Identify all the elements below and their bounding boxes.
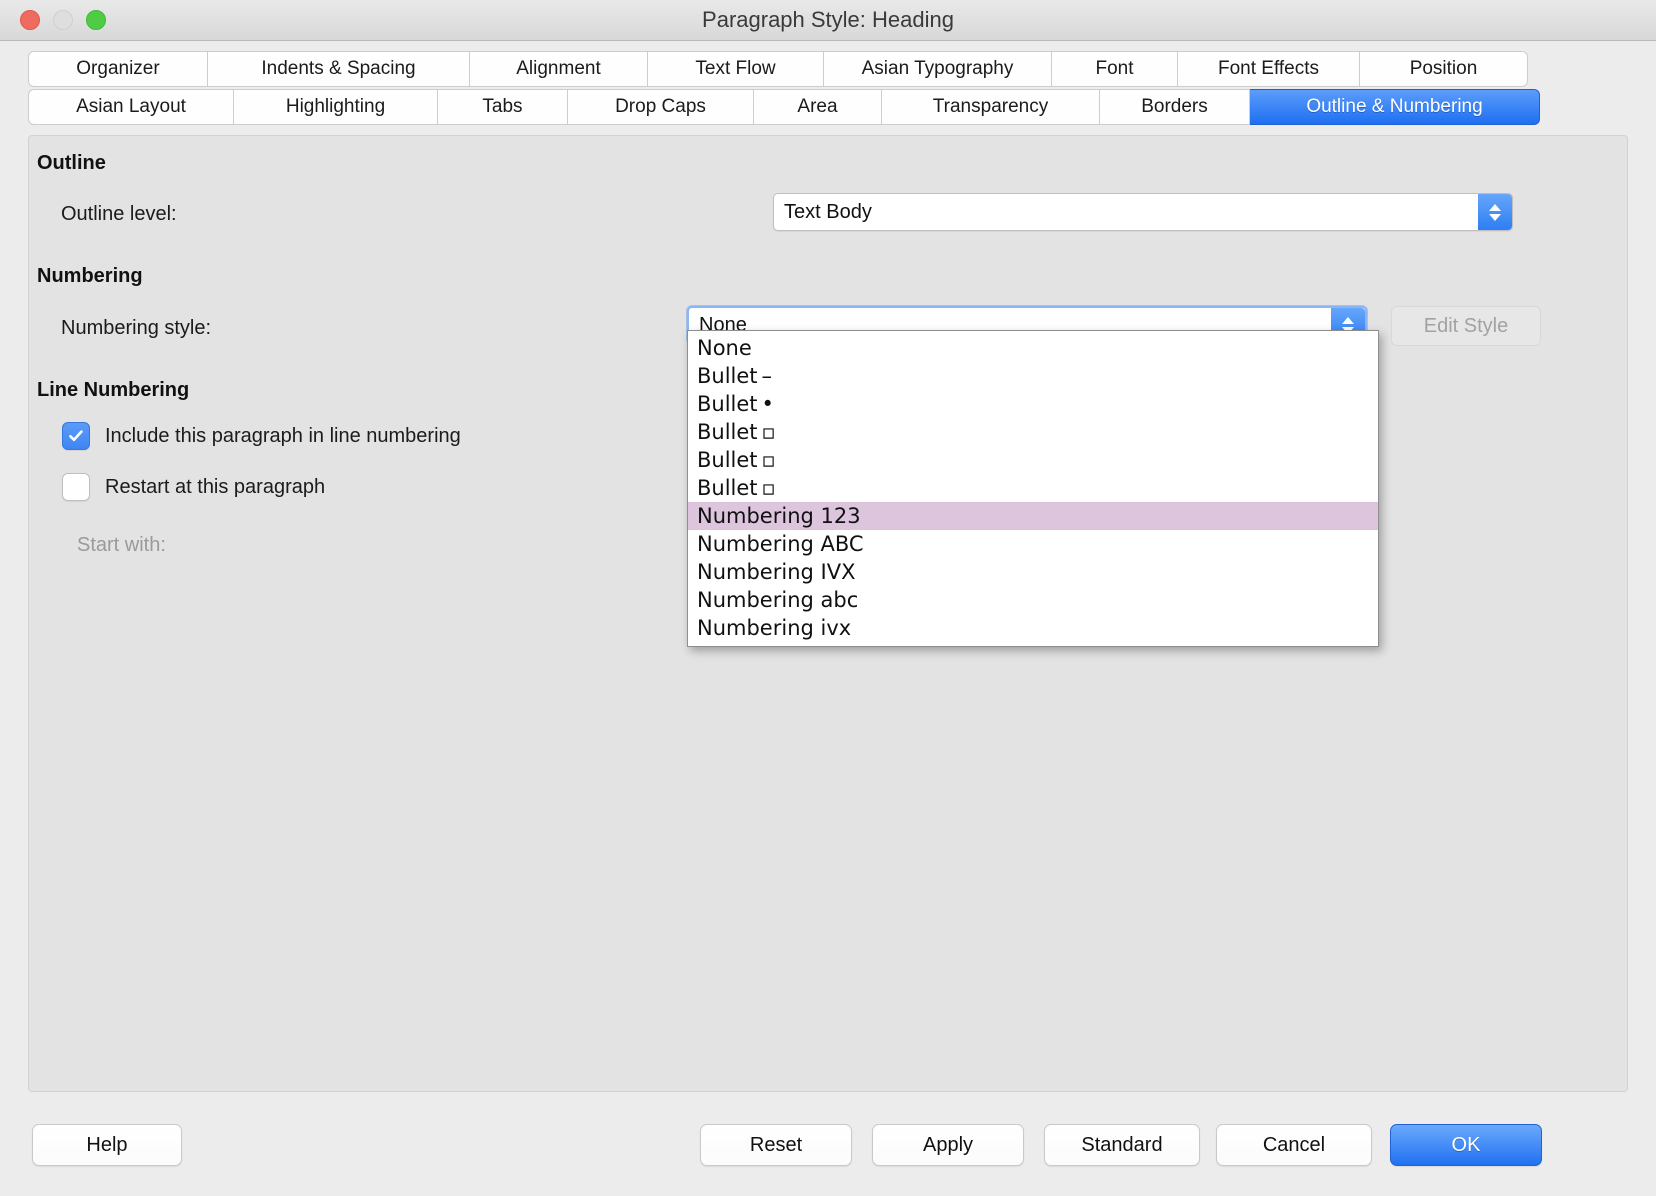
title-bar: Paragraph Style: Heading (0, 0, 1656, 41)
tab-borders[interactable]: Borders (1100, 89, 1250, 125)
ok-button[interactable]: OK (1390, 1124, 1542, 1166)
checkbox-checked-icon[interactable] (62, 422, 90, 450)
include-in-line-numbering-label: Include this paragraph in line numbering (105, 424, 461, 447)
numbering-style-dropdown[interactable]: None Bullet – Bullet • Bullet ▫ Bullet ▫ Bul… (687, 330, 1379, 647)
window-title: Paragraph Style: Heading (702, 7, 954, 32)
line-numbering-group-title: Line Numbering (37, 379, 190, 401)
tab-font-effects[interactable]: Font Effects (1178, 51, 1360, 87)
dropdown-item-numbering-123[interactable]: Numbering 123 (688, 502, 1378, 530)
tab-alignment[interactable]: Alignment (470, 51, 648, 87)
outline-level-stepper-icon[interactable] (1478, 194, 1512, 230)
tab-position[interactable]: Position (1360, 51, 1528, 87)
outline-level-label: Outline level: (61, 203, 177, 225)
dropdown-item-glyph: ▫ (761, 448, 776, 472)
chevron-up-icon (1489, 203, 1501, 211)
tab-tabs[interactable]: Tabs (438, 89, 568, 125)
help-button[interactable]: Help (32, 1124, 182, 1166)
paragraph-style-dialog: Paragraph Style: Heading Organizer Inden… (0, 0, 1656, 1196)
settings-panel: Outline Outline level: Text Body Numberi… (28, 135, 1628, 1092)
dropdown-item-label: Bullet (697, 420, 758, 444)
tab-text-flow[interactable]: Text Flow (648, 51, 824, 87)
edit-style-button[interactable]: Edit Style (1391, 306, 1541, 346)
reset-button[interactable]: Reset (700, 1124, 852, 1166)
dropdown-item-glyph: ▫ (761, 476, 776, 500)
outline-group-title: Outline (37, 152, 106, 174)
tab-area[interactable]: Area (754, 89, 882, 125)
checkbox-unchecked-icon[interactable] (62, 473, 90, 501)
tab-organizer[interactable]: Organizer (28, 51, 208, 87)
apply-button[interactable]: Apply (872, 1124, 1024, 1166)
dropdown-item-none[interactable]: None (688, 334, 1378, 362)
dropdown-item-label: Bullet (697, 448, 758, 472)
tab-highlighting[interactable]: Highlighting (234, 89, 438, 125)
dropdown-item-label: Bullet (697, 392, 758, 416)
tab-strip: Organizer Indents & Spacing Alignment Te… (0, 41, 1656, 127)
tab-asian-typography[interactable]: Asian Typography (824, 51, 1052, 87)
dropdown-item-numbering-ivx-upper[interactable]: Numbering IVX (688, 558, 1378, 586)
dropdown-item-label: None (697, 336, 752, 360)
dropdown-item-bullet-dot[interactable]: Bullet • (688, 390, 1378, 418)
restart-at-paragraph-checkbox[interactable]: Restart at this paragraph (62, 473, 325, 501)
tab-outline-numbering[interactable]: Outline & Numbering (1250, 89, 1540, 125)
tab-transparency[interactable]: Transparency (882, 89, 1100, 125)
numbering-group-title: Numbering (37, 265, 143, 287)
cancel-button[interactable]: Cancel (1216, 1124, 1372, 1166)
standard-button[interactable]: Standard (1044, 1124, 1200, 1166)
outline-level-value: Text Body (784, 200, 872, 223)
dropdown-item-numbering-abc-lower[interactable]: Numbering abc (688, 586, 1378, 614)
dropdown-item-bullet-box-3[interactable]: Bullet ▫ (688, 474, 1378, 502)
numbering-style-label: Numbering style: (61, 317, 212, 339)
tab-asian-layout[interactable]: Asian Layout (28, 89, 234, 125)
dropdown-item-numbering-abc-upper[interactable]: Numbering ABC (688, 530, 1378, 558)
dropdown-item-label: Bullet (697, 476, 758, 500)
tab-drop-caps[interactable]: Drop Caps (568, 89, 754, 125)
dropdown-item-glyph: • (761, 392, 774, 416)
include-in-line-numbering-checkbox[interactable]: Include this paragraph in line numbering (62, 422, 461, 450)
outline-level-combo[interactable]: Text Body (773, 193, 1513, 231)
dropdown-item-label: Bullet (697, 364, 758, 388)
dropdown-item-bullet-box-2[interactable]: Bullet ▫ (688, 446, 1378, 474)
chevron-up-icon (1342, 316, 1354, 324)
tab-font[interactable]: Font (1052, 51, 1178, 87)
start-with-label: Start with: (77, 534, 166, 556)
chevron-down-icon (1489, 213, 1501, 221)
tab-row-1: Organizer Indents & Spacing Alignment Te… (28, 51, 1628, 87)
restart-at-paragraph-label: Restart at this paragraph (105, 475, 326, 498)
tab-row-2: Asian Layout Highlighting Tabs Drop Caps… (28, 89, 1628, 125)
tab-indents-spacing[interactable]: Indents & Spacing (208, 51, 470, 87)
dropdown-item-glyph: ▫ (761, 420, 776, 444)
dropdown-item-bullet-box-1[interactable]: Bullet ▫ (688, 418, 1378, 446)
dropdown-item-numbering-ivx-lower[interactable]: Numbering ivx (688, 614, 1378, 642)
dropdown-item-bullet-dash[interactable]: Bullet – (688, 362, 1378, 390)
dropdown-item-glyph: – (761, 364, 773, 388)
dialog-button-bar: Help Reset Apply Standard Cancel OK (0, 1092, 1656, 1196)
